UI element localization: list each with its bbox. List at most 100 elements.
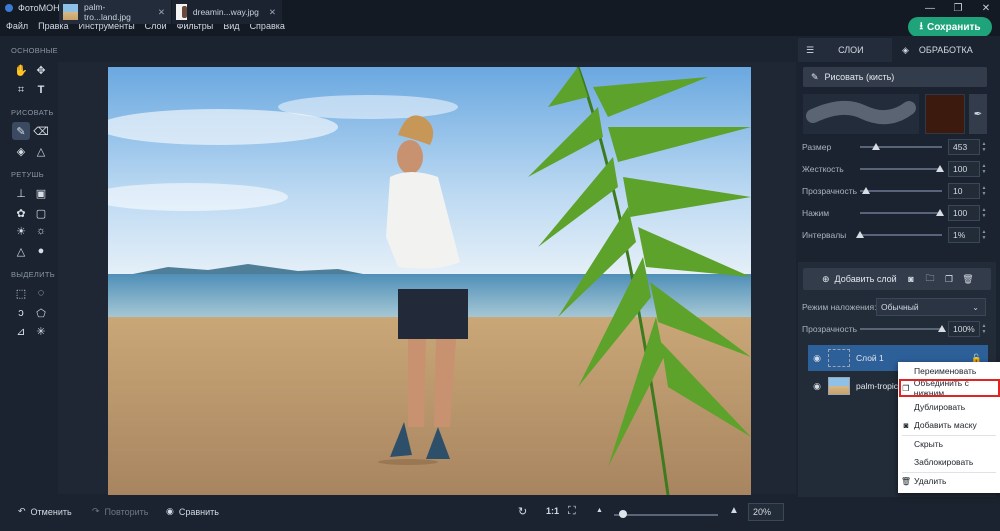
ellipse-select-icon[interactable]: ◌ (32, 284, 50, 302)
sharpen-tool-icon[interactable]: △ (12, 242, 30, 260)
burn-tool-icon[interactable]: ☼ (32, 222, 50, 240)
menu-item-delete[interactable]: 🗑 Удалить (898, 472, 1000, 490)
slider-track[interactable] (860, 234, 942, 236)
frame-tool-icon[interactable]: ▢ (32, 204, 50, 222)
healing-tool-icon[interactable]: ✿ (12, 204, 30, 222)
menu-file[interactable]: Файл (6, 21, 28, 31)
undo-button[interactable]: ↶ Отменить (18, 506, 72, 517)
eraser-tool-icon[interactable]: ⌫ (32, 122, 50, 140)
layer-opacity-knob[interactable] (938, 325, 946, 332)
spinner-icon[interactable]: ▲ ▼ (980, 205, 988, 221)
rect-select-icon[interactable]: ⬚ (12, 284, 30, 302)
magic-wand-icon[interactable]: ✳ (32, 322, 50, 340)
document-tabs (58, 38, 796, 62)
menu-item-hide[interactable]: Скрыть (898, 435, 1000, 453)
restore-icon[interactable]: ❐ (944, 0, 972, 16)
folder-icon[interactable]: 🗀 (923, 272, 937, 286)
slider-track[interactable] (860, 212, 942, 214)
spinner-icon[interactable]: ▲ ▼ (980, 227, 988, 243)
blend-mode-select[interactable]: Обычный ⌄ (876, 298, 986, 316)
tab-processing[interactable]: ◈ ОБРАБОТКА (896, 38, 996, 62)
slider-knob[interactable] (856, 231, 864, 238)
spinner-icon[interactable]: ▲ ▼ (980, 161, 988, 177)
layer-thumbnail (828, 349, 850, 367)
spinner-icon[interactable]: ▲ ▼ (980, 139, 988, 155)
slider-track[interactable] (860, 190, 942, 192)
canvas-area[interactable] (58, 62, 796, 495)
menu-item-lock[interactable]: Заблокировать (898, 453, 1000, 471)
brush-tool-icon[interactable]: ✎ (12, 122, 30, 140)
redo-button[interactable]: ↷ Повторить (92, 506, 148, 517)
add-mask-icon[interactable]: ◙ (904, 272, 918, 286)
tab-thumbnail (63, 4, 79, 20)
tab-document-1[interactable]: palm-tro...land.jpg ✕ (59, 0, 171, 24)
stamp-tool-icon[interactable]: ⊥ (12, 184, 30, 202)
close-tab-icon[interactable]: ✕ (158, 7, 165, 18)
minimize-icon[interactable]: — (916, 0, 944, 16)
brush-preview[interactable] (803, 94, 919, 134)
spinner-icon[interactable]: ▲ ▼ (980, 321, 988, 337)
brush-slider-row: Интервалы 1% ▲ ▼ (802, 227, 988, 243)
brush-title: Рисовать (кисть) (824, 72, 895, 82)
mask-icon: ◙ (903, 420, 909, 430)
close-window-icon[interactable]: ✕ (972, 0, 1000, 16)
fill-tool-icon[interactable]: ◈ (12, 142, 30, 160)
compare-label: Сравнить (178, 506, 219, 517)
plus-circle-icon: ⊕ (822, 273, 830, 284)
ratio-1-1-button[interactable]: 1:1 (546, 506, 559, 516)
slider-knob[interactable] (861, 187, 870, 194)
dodge-tool-icon[interactable]: ☀ (12, 222, 30, 240)
menu-item-label: Переименовать (914, 366, 977, 376)
crop-tool-icon[interactable]: ⌗ (12, 81, 30, 99)
tools-section-select: ВЫДЕЛИТЬ (11, 270, 55, 279)
tab-document-2[interactable]: dreamin...way.jpg ✕ (172, 0, 282, 24)
visibility-eye-icon[interactable]: ◉ (808, 381, 826, 392)
duplicate-icon[interactable]: ❐ (942, 272, 956, 286)
slider-knob[interactable] (935, 165, 944, 172)
slider-value-field[interactable]: 453 (948, 139, 980, 155)
zoom-slider-track[interactable] (614, 514, 718, 516)
zoom-value-field[interactable]: 20% (748, 503, 784, 521)
menu-item-label: Скрыть (914, 439, 944, 449)
compare-button[interactable]: ◉ Сравнить (166, 506, 219, 517)
visibility-eye-icon[interactable]: ◉ (808, 353, 826, 364)
menu-item-label: Удалить (914, 476, 947, 486)
zoom-out-icon[interactable]: ▲ (596, 507, 603, 514)
slider-track[interactable] (860, 168, 942, 170)
polygon-lasso-icon[interactable]: ⬠ (32, 304, 50, 322)
tab-layers[interactable]: ☰ СЛОИ (798, 38, 892, 62)
menu-item-add-mask[interactable]: ◙ Добавить маску (898, 416, 1000, 434)
eyedropper-icon[interactable]: ✒ (969, 94, 987, 134)
slider-value-field[interactable]: 10 (948, 183, 980, 199)
magnetic-lasso-icon[interactable]: ⊿ (12, 322, 30, 340)
blur-tool-icon[interactable]: ● (32, 242, 50, 260)
layer-name: palm-tropic (856, 381, 899, 391)
fit-screen-icon[interactable]: ⛶ (568, 505, 576, 518)
close-tab-icon[interactable]: ✕ (269, 7, 276, 18)
slider-value-field[interactable]: 1% (948, 227, 980, 243)
lasso-tool-icon[interactable]: ↄ (12, 304, 30, 322)
photo-canvas[interactable] (108, 67, 751, 495)
text-tool-icon[interactable]: T (32, 81, 50, 99)
slider-value-field[interactable]: 100 (948, 205, 980, 221)
slider-knob[interactable] (935, 209, 944, 216)
trash-icon[interactable]: 🗑 (961, 272, 975, 286)
undo-icon: ↶ (18, 506, 26, 516)
slider-value-field[interactable]: 100 (948, 161, 980, 177)
layer-opacity-track[interactable] (860, 328, 942, 330)
brush-icon: ✎ (811, 71, 819, 82)
save-button[interactable]: ⭳ Сохранить (908, 17, 992, 37)
zoom-in-icon[interactable]: ▲ (729, 505, 739, 516)
patch-tool-icon[interactable]: ▣ (32, 184, 50, 202)
slider-knob[interactable] (872, 143, 881, 150)
brush-color-swatch[interactable] (925, 94, 965, 134)
slider-label: Прозрачность (802, 186, 858, 196)
spinner-icon[interactable]: ▲ ▼ (980, 183, 988, 199)
hand-tool-icon[interactable]: ✋ (12, 61, 30, 79)
move-tool-icon[interactable]: ✥ (32, 61, 50, 79)
menu-item-duplicate[interactable]: Дублировать (898, 398, 1000, 416)
shapes-tool-icon[interactable]: △ (32, 142, 50, 160)
rotate-icon[interactable]: ↻ (518, 505, 527, 518)
layer-opacity-value[interactable]: 100% (948, 321, 980, 337)
brush-slider-row: Нажим 100 ▲ ▼ (802, 205, 988, 221)
